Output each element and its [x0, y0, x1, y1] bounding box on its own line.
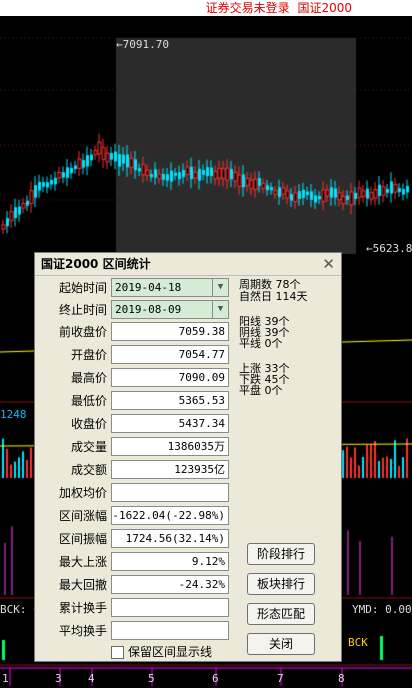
stat-label: 加权均价: [58, 486, 107, 500]
close-icon[interactable]: ✕: [322, 255, 335, 273]
stat-row: 区间振幅 1724.56(32.14%): [35, 529, 235, 549]
stat-value: 5365.53: [111, 391, 229, 410]
stat-value: [111, 483, 229, 502]
range-stats-dialog: 国证2000 区间统计 ✕ 起始时间 2019-04-18 ▼ 终止时间 201…: [34, 252, 342, 662]
stat-label: 累计换手: [58, 601, 107, 615]
x-tick-label: 3: [55, 672, 62, 685]
stat-label: 最大回撤: [58, 578, 107, 592]
checkbox-box[interactable]: [111, 646, 124, 659]
high-price-marker: ←7091.70: [116, 38, 169, 51]
natural-day-count: 自然日 114天: [239, 290, 308, 303]
indicator-right-label: YMD: 0.00: [352, 603, 412, 616]
checkbox-label: 保留区间显示线: [128, 645, 213, 659]
stat-value: 7054.77: [111, 345, 229, 364]
end-date-picker[interactable]: 2019-08-09 ▼: [111, 300, 229, 319]
stat-row: 平均换手: [35, 621, 235, 641]
start-time-row: 起始时间 2019-04-18 ▼: [35, 278, 235, 298]
login-status: 证券交易未登录: [205, 1, 290, 15]
x-tick-label: 4: [88, 672, 95, 685]
stat-row: 成交量 1386035万: [35, 437, 235, 457]
chevron-down-icon[interactable]: ▼: [212, 301, 228, 318]
stat-value: [111, 598, 229, 617]
stat-row: 累计换手: [35, 598, 235, 618]
top-status-bar: 证券交易未登录 国证2000: [0, 0, 412, 16]
stat-row: 成交额 123935亿: [35, 460, 235, 480]
start-date-value: 2019-04-18: [115, 281, 182, 294]
stat-row: 区间涨幅 -1622.04(-22.98%): [35, 506, 235, 526]
x-tick-label: 1: [2, 672, 9, 685]
stat-value: 123935亿: [111, 460, 229, 479]
x-tick-label: 6: [212, 672, 219, 685]
end-date-value: 2019-08-09: [115, 303, 182, 316]
dialog-title: 国证2000 区间统计: [35, 253, 341, 276]
stat-label: 开盘价: [70, 348, 107, 362]
stat-row: 最低价 5365.53: [35, 391, 235, 411]
stat-row: 开盘价 7054.77: [35, 345, 235, 365]
unchanged-count: 平盘 0个: [239, 384, 283, 397]
pattern-match-button[interactable]: 形态匹配: [247, 603, 315, 625]
stat-label: 前收盘价: [58, 325, 107, 339]
stat-value: -1622.04(-22.98%): [111, 506, 229, 525]
sector-rank-button[interactable]: 板块排行: [247, 573, 315, 595]
low-price-marker: ←5623.8: [366, 242, 412, 255]
stat-row: 最大上涨 9.12%: [35, 552, 235, 572]
stat-row: 前收盘价 7059.38: [35, 322, 235, 342]
stat-label: 成交额: [70, 463, 107, 477]
stat-row: 最大回撤 -24.32%: [35, 575, 235, 595]
x-tick-label: 7: [277, 672, 284, 685]
start-date-picker[interactable]: 2019-04-18 ▼: [111, 278, 229, 297]
end-time-label: 终止时间: [58, 303, 107, 317]
stat-label: 最大上涨: [58, 555, 107, 569]
x-tick-label: 5: [148, 672, 155, 685]
stage-rank-button[interactable]: 阶段排行: [247, 543, 315, 565]
stat-label: 最高价: [70, 371, 107, 385]
stat-label: 平均换手: [58, 624, 107, 638]
stat-row: 最高价 7090.09: [35, 368, 235, 388]
stat-value: 7090.09: [111, 368, 229, 387]
end-time-row: 终止时间 2019-08-09 ▼: [35, 300, 235, 320]
stat-label: 区间振幅: [58, 532, 107, 546]
start-time-label: 起始时间: [58, 281, 107, 295]
stat-value: [111, 621, 229, 640]
stat-value: 7059.38: [111, 322, 229, 341]
keep-range-line-checkbox[interactable]: 保留区间显示线: [111, 643, 212, 660]
chevron-down-icon[interactable]: ▼: [212, 279, 228, 296]
flat-candle-count: 平线 0个: [239, 337, 283, 350]
indicator-bottom-label: BCK: [348, 636, 368, 649]
volume-marker: 1248: [0, 408, 27, 421]
stat-label: 最低价: [70, 394, 107, 408]
stat-label: 成交量: [70, 440, 107, 454]
stat-label: 收盘价: [70, 417, 107, 431]
stat-row: 收盘价 5437.34: [35, 414, 235, 434]
stat-value: 9.12%: [111, 552, 229, 571]
x-tick-label: 8: [338, 672, 345, 685]
stat-value: -24.32%: [111, 575, 229, 594]
index-name: 国证2000: [297, 1, 352, 15]
period-count: 周期数 78个: [239, 278, 301, 291]
close-button[interactable]: 关闭: [247, 633, 315, 655]
stat-value: 1386035万: [111, 437, 229, 456]
stat-value: 1724.56(32.14%): [111, 529, 229, 548]
stat-value: 5437.34: [111, 414, 229, 433]
stat-row: 加权均价: [35, 483, 235, 503]
stat-label: 区间涨幅: [58, 509, 107, 523]
